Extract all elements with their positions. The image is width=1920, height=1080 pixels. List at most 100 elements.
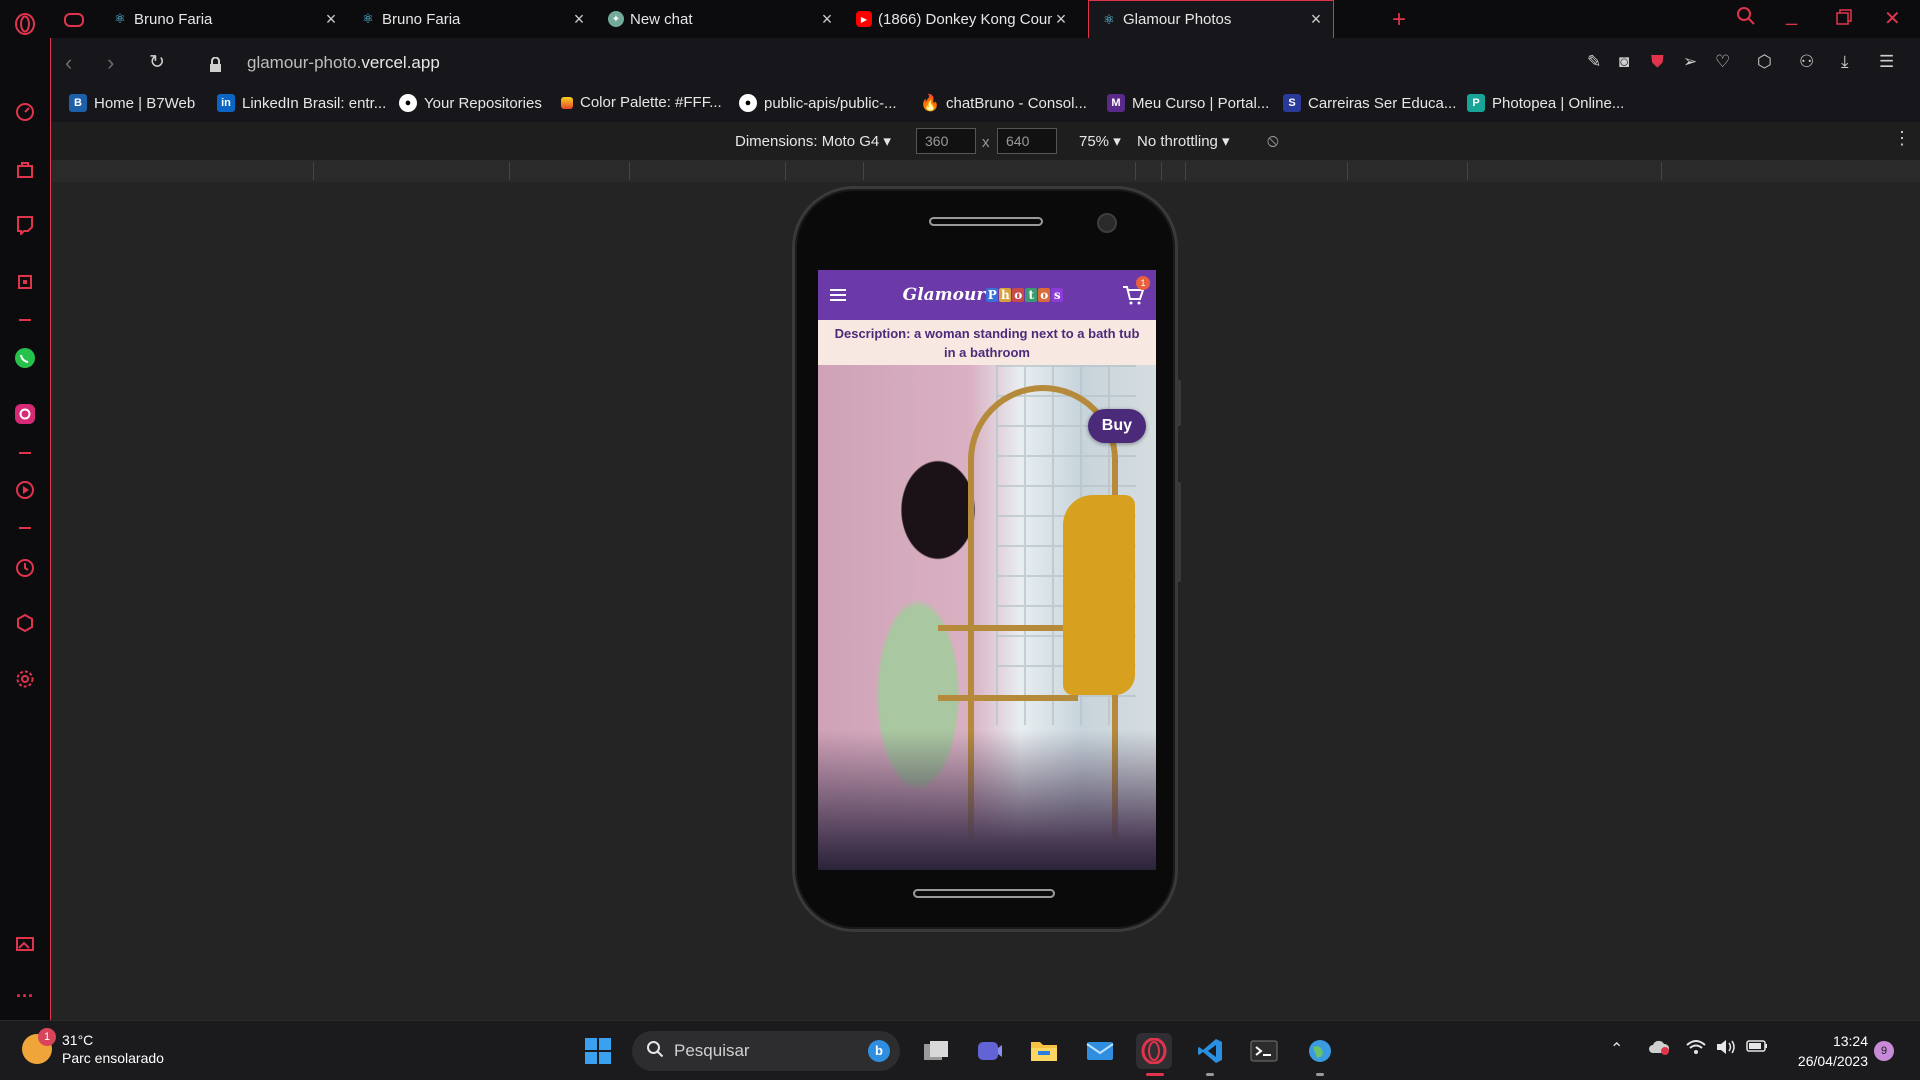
- speed-dial-icon[interactable]: [13, 100, 37, 124]
- notification-count-badge[interactable]: 9: [1874, 1041, 1894, 1061]
- ruler-segment: [1661, 162, 1662, 180]
- teams-chat-icon[interactable]: [972, 1033, 1008, 1069]
- history-icon[interactable]: [13, 556, 37, 580]
- github-icon: ●: [399, 94, 417, 112]
- lock-icon[interactable]: [209, 53, 222, 79]
- ruler-segment: [1467, 162, 1468, 180]
- close-tab-icon[interactable]: ×: [570, 9, 588, 30]
- ruler-segment: [863, 162, 864, 180]
- app-logo[interactable]: Glamour P h o t o s: [903, 285, 1064, 305]
- close-tab-icon[interactable]: ×: [1307, 9, 1325, 30]
- phone-camera: [1097, 213, 1117, 233]
- youtube-icon: ▶: [856, 11, 872, 27]
- cart-button[interactable]: 1: [1120, 276, 1150, 307]
- react-icon: ⚛: [362, 11, 374, 26]
- buy-button[interactable]: Buy: [1087, 409, 1146, 443]
- more-dots-icon[interactable]: ···: [13, 984, 37, 1008]
- tab-youtube-donkey-kong[interactable]: ▶ (1866) Donkey Kong Count ×: [844, 0, 1078, 38]
- send-icon[interactable]: ➢: [1683, 52, 1697, 72]
- opera-browser-icon[interactable]: [1136, 1033, 1172, 1069]
- terminal-icon[interactable]: [1246, 1033, 1282, 1069]
- back-icon[interactable]: ‹: [65, 50, 72, 76]
- sidebar-divider: [19, 527, 31, 529]
- profile-icon[interactable]: ⚇: [1799, 52, 1814, 72]
- tab-bruno-faria-2[interactable]: ⚛ Bruno Faria ×: [348, 0, 596, 38]
- bookmark-meu-curso[interactable]: M Meu Curso | Portal...: [1107, 94, 1269, 112]
- close-window-icon[interactable]: ✕: [1884, 6, 1901, 31]
- bookmark-b7web[interactable]: B Home | B7Web: [69, 94, 195, 112]
- yellow-towel: [1063, 495, 1135, 695]
- show-hidden-icons-icon[interactable]: ⌃: [1610, 1039, 1623, 1059]
- task-view-icon[interactable]: [918, 1033, 954, 1069]
- weather-temperature: 31°C: [62, 1032, 94, 1048]
- browser-globe-icon[interactable]: [1302, 1033, 1338, 1069]
- mail-icon[interactable]: [1082, 1033, 1118, 1069]
- vscode-icon[interactable]: [1192, 1033, 1228, 1069]
- bookmark-carreiras[interactable]: S Carreiras Ser Educa...: [1283, 94, 1456, 112]
- heart-icon[interactable]: ♡: [1715, 52, 1730, 72]
- windows-start-icon[interactable]: [580, 1033, 616, 1069]
- close-tab-icon[interactable]: ×: [1052, 9, 1070, 30]
- more-options-icon[interactable]: ⋮: [1893, 128, 1911, 149]
- twitch-icon[interactable]: [13, 213, 37, 237]
- bookmark-github-repos[interactable]: ● Your Repositories: [399, 94, 542, 112]
- ser-educacional-icon: S: [1283, 94, 1301, 112]
- wallpaper-icon[interactable]: [13, 932, 37, 956]
- hamburger-menu-icon[interactable]: [830, 289, 846, 301]
- opera-logo-icon[interactable]: [13, 12, 37, 36]
- system-clock[interactable]: 13:24 26/04/2023: [1788, 1031, 1868, 1071]
- close-tab-icon[interactable]: ×: [322, 9, 340, 30]
- reload-icon[interactable]: ↻: [149, 51, 165, 74]
- search-icon: [646, 1040, 664, 1063]
- forward-icon[interactable]: ›: [107, 50, 114, 76]
- bookmark-photopea[interactable]: P Photopea | Online...: [1467, 94, 1624, 112]
- onedrive-icon[interactable]: [1648, 1039, 1670, 1060]
- extensions-icon[interactable]: ⬡: [1757, 52, 1772, 72]
- product-photo[interactable]: Buy: [818, 365, 1156, 870]
- instagram-icon[interactable]: [13, 402, 37, 426]
- bookmark-linkedin[interactable]: in LinkedIn Brasil: entr...: [217, 94, 386, 112]
- search-tabs-icon[interactable]: [1736, 6, 1756, 32]
- throttling-select[interactable]: No throttling ▾: [1137, 132, 1230, 150]
- close-tab-icon[interactable]: ×: [818, 9, 836, 30]
- camera-snapshot-icon[interactable]: ◙: [1619, 52, 1629, 72]
- bookmark-color-palette[interactable]: Color Palette: #FFF...: [561, 94, 722, 111]
- tab-glamour-photos[interactable]: ⚛ Glamour Photos ×: [1088, 0, 1334, 38]
- whatsapp-icon[interactable]: [13, 346, 37, 370]
- zoom-select[interactable]: 75% ▾: [1079, 132, 1121, 150]
- file-explorer-icon[interactable]: [1026, 1033, 1062, 1069]
- bookmark-public-apis[interactable]: ● public-apis/public-...: [739, 94, 897, 112]
- bookmark-chatbruno[interactable]: 🔥 chatBruno - Consol...: [920, 94, 1087, 113]
- weather-widget[interactable]: 1 31°C Parc ensolarado: [22, 1028, 164, 1067]
- shopping-bag-icon[interactable]: [13, 157, 37, 181]
- download-icon[interactable]: ⤓: [1841, 52, 1849, 72]
- tab-strip: ⚛ Bruno Faria × ⚛ Bruno Faria × ✦ New ch…: [50, 0, 1920, 38]
- b7web-icon: B: [69, 94, 87, 112]
- battery-icon[interactable]: [1746, 1039, 1768, 1058]
- restore-icon[interactable]: [1836, 8, 1852, 31]
- new-tab-icon[interactable]: +: [1392, 6, 1406, 34]
- easy-setup-icon[interactable]: ☰: [1879, 52, 1894, 72]
- wifi-icon[interactable]: [1686, 1039, 1706, 1060]
- game-chip-icon[interactable]: [13, 270, 37, 294]
- device-dimensions-select[interactable]: Dimensions: Moto G4 ▾: [735, 132, 891, 150]
- running-app-indicator: [1206, 1073, 1214, 1076]
- rotate-device-icon[interactable]: ⦸: [1267, 130, 1279, 151]
- adblock-shield-icon[interactable]: ⛊: [1651, 52, 1664, 72]
- tab-bruno-faria-1[interactable]: ⚛ Bruno Faria ×: [100, 0, 348, 38]
- tab-new-chat[interactable]: ✦ New chat ×: [596, 0, 844, 38]
- snap-edit-icon[interactable]: ✎: [1587, 52, 1601, 72]
- device-width-input[interactable]: 360: [916, 128, 976, 154]
- bing-icon[interactable]: b: [868, 1040, 890, 1062]
- phone-home-bar: [913, 889, 1055, 898]
- taskbar-search[interactable]: Pesquisar b: [632, 1031, 900, 1071]
- photopea-icon: P: [1467, 94, 1485, 112]
- minimize-icon[interactable]: _: [1786, 4, 1797, 27]
- device-height-input[interactable]: 640: [997, 128, 1057, 154]
- settings-gear-icon[interactable]: [13, 667, 37, 691]
- gamepad-icon[interactable]: [62, 8, 86, 32]
- url-field[interactable]: glamour-photo.vercel.app: [247, 53, 440, 73]
- player-icon[interactable]: [13, 478, 37, 502]
- volume-icon[interactable]: [1716, 1039, 1736, 1060]
- extensions-cube-icon[interactable]: [13, 611, 37, 635]
